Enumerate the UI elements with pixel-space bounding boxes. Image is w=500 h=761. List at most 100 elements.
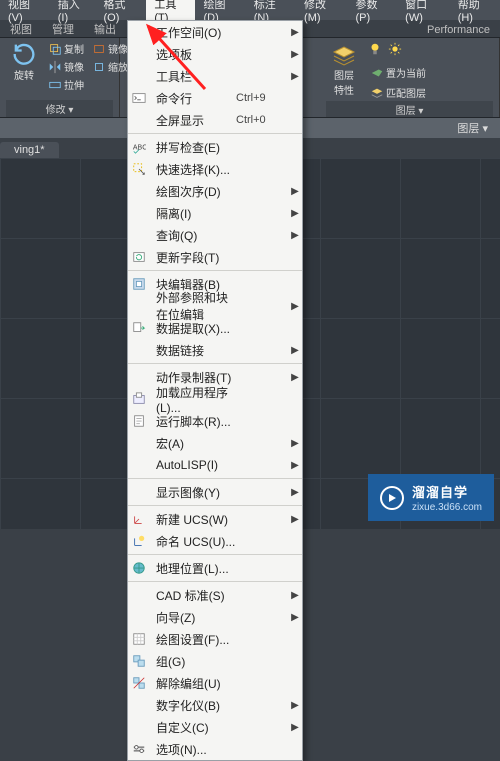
menu-item-label: 解除编组(U) bbox=[152, 675, 236, 692]
menu-item-34[interactable]: 组(G) bbox=[128, 650, 302, 672]
tab-1[interactable]: 管理 bbox=[42, 20, 84, 37]
blank-icon bbox=[128, 43, 150, 65]
menu-item-3[interactable]: 命令行Ctrl+9 bbox=[128, 87, 302, 109]
copy-button[interactable]: 复制 bbox=[46, 40, 86, 57]
submenu-arrow-icon: ▶ bbox=[288, 612, 302, 623]
layer-button[interactable]: 图层 特性 bbox=[326, 40, 362, 99]
menu-item-16[interactable]: 数据链接▶ bbox=[128, 339, 302, 361]
blank-icon bbox=[128, 180, 150, 202]
play-icon bbox=[380, 486, 404, 510]
menu-item-1[interactable]: 选项板▶ bbox=[128, 43, 302, 65]
menu-item-26[interactable]: 新建 UCS(W)▶ bbox=[128, 508, 302, 530]
menu-item-label: 自定义(C) bbox=[152, 719, 236, 736]
upd-icon bbox=[128, 246, 150, 268]
menu-item-22[interactable]: AutoLISP(I)▶ bbox=[128, 454, 302, 476]
menu-item-7[interactable]: 快速选择(K)... bbox=[128, 158, 302, 180]
menu-item-33[interactable]: 绘图设置(F)... bbox=[128, 628, 302, 650]
scr-icon bbox=[128, 410, 150, 432]
app-icon bbox=[128, 388, 150, 410]
submenu-arrow-icon: ▶ bbox=[288, 372, 302, 383]
blank-icon bbox=[128, 21, 150, 43]
menu-item-19[interactable]: 加载应用程序(L)... bbox=[128, 388, 302, 410]
menu-item-6[interactable]: ABC拼写检查(E) bbox=[128, 136, 302, 158]
rotate-label: 旋转 bbox=[14, 67, 34, 82]
menu-shortcut: Ctrl+9 bbox=[236, 92, 288, 104]
blank-icon bbox=[128, 584, 150, 606]
menu-item-label: 加载应用程序(L)... bbox=[152, 384, 236, 415]
set-current-button[interactable]: 置为当前 bbox=[368, 64, 428, 81]
menu-item-31[interactable]: CAD 标准(S) ▶ bbox=[128, 584, 302, 606]
menu-item-label: CAD 标准(S) bbox=[152, 587, 236, 604]
menu-separator bbox=[128, 581, 302, 582]
submenu-arrow-icon: ▶ bbox=[288, 301, 302, 312]
menu-item-label: 数据提取(X)... bbox=[152, 320, 236, 337]
menu-item-4[interactable]: 全屏显示Ctrl+0 bbox=[128, 109, 302, 131]
blank-icon bbox=[128, 202, 150, 224]
menu-item-35[interactable]: 解除编组(U) bbox=[128, 672, 302, 694]
tools-menu: 工作空间(O)▶选项板▶工具栏▶命令行Ctrl+9全屏显示Ctrl+0 ABC拼写… bbox=[127, 20, 303, 761]
ribbon-group-modify: 旋转 复制 镜像 拉伸 镜像 缩放 修改 ▾ bbox=[0, 38, 120, 117]
menu-item-label: 显示图像(Y) bbox=[152, 484, 236, 501]
menu-item-label: 隔离(I) bbox=[152, 205, 236, 222]
group-modify-title[interactable]: 修改 ▾ bbox=[6, 100, 113, 117]
blank-icon bbox=[128, 224, 150, 246]
stretch-button[interactable]: 拉伸 bbox=[46, 76, 86, 93]
geo-icon bbox=[128, 557, 150, 579]
menu-item-9[interactable]: 隔离(I)▶ bbox=[128, 202, 302, 224]
blk-icon bbox=[128, 273, 150, 295]
sun-icon[interactable] bbox=[388, 42, 402, 61]
menu-item-8[interactable]: 绘图次序(D)▶ bbox=[128, 180, 302, 202]
submenu-arrow-icon: ▶ bbox=[288, 27, 302, 38]
menu-item-32[interactable]: 向导(Z)▶ bbox=[128, 606, 302, 628]
submenu-arrow-icon: ▶ bbox=[288, 590, 302, 601]
tab-performance[interactable]: Performance bbox=[417, 20, 500, 37]
menu-item-label: 命名 UCS(U)... bbox=[152, 533, 236, 550]
menu-item-24[interactable]: 显示图像(Y) ▶ bbox=[128, 481, 302, 503]
menu-item-29[interactable]: 地理位置(L)... bbox=[128, 557, 302, 579]
abc-icon: ABC bbox=[128, 136, 150, 158]
layer-row-label[interactable]: 图层 ▾ bbox=[457, 120, 488, 136]
blank-icon bbox=[128, 432, 150, 454]
menu-item-20[interactable]: 运行脚本(R)... bbox=[128, 410, 302, 432]
menu-item-11[interactable]: 更新字段(T) bbox=[128, 246, 302, 268]
blank-icon bbox=[128, 606, 150, 628]
menu-item-38[interactable]: 选项(N)... bbox=[128, 738, 302, 760]
menu-item-2[interactable]: 工具栏▶ bbox=[128, 65, 302, 87]
blank-icon bbox=[128, 454, 150, 476]
submenu-arrow-icon: ▶ bbox=[288, 722, 302, 733]
layer-big-label: 图层 bbox=[334, 67, 354, 82]
submenu-arrow-icon: ▶ bbox=[288, 487, 302, 498]
cmd-icon bbox=[128, 87, 150, 109]
menu-item-27[interactable]: 命名 UCS(U)... bbox=[128, 530, 302, 552]
rotate-button[interactable]: 旋转 bbox=[6, 40, 42, 93]
menu-separator bbox=[128, 133, 302, 134]
blank-icon bbox=[128, 481, 150, 503]
blank-icon bbox=[128, 366, 150, 388]
tab-2[interactable]: 输出 bbox=[84, 20, 126, 37]
menu-item-37[interactable]: 自定义(C) ▶ bbox=[128, 716, 302, 738]
menu-item-label: 更新字段(T) bbox=[152, 249, 236, 266]
group-layer-title[interactable]: 图层 ▾ bbox=[326, 101, 493, 118]
menu-item-36[interactable]: 数字化仪(B)▶ bbox=[128, 694, 302, 716]
menu-separator bbox=[128, 363, 302, 364]
menu-separator bbox=[128, 505, 302, 506]
mirror-button[interactable]: 镜像 bbox=[46, 58, 86, 75]
menu-item-label: 地理位置(L)... bbox=[152, 560, 236, 577]
menu-item-10[interactable]: 查询(Q)▶ bbox=[128, 224, 302, 246]
blank-icon bbox=[128, 295, 150, 317]
menu-item-21[interactable]: 宏(A)▶ bbox=[128, 432, 302, 454]
menu-item-0[interactable]: 工作空间(O)▶ bbox=[128, 21, 302, 43]
menu-item-14[interactable]: 外部参照和块在位编辑▶ bbox=[128, 295, 302, 317]
bulb-icon[interactable] bbox=[368, 42, 382, 61]
menu-item-label: 数字化仪(B) bbox=[152, 697, 236, 714]
ugrp-icon bbox=[128, 672, 150, 694]
menu-bar: 视图(V)插入(I)格式(O)工具(T)绘图(D)标注(N)修改(M)参数(P)… bbox=[0, 0, 500, 20]
menu-item-label: 组(G) bbox=[152, 653, 236, 670]
menu-item-15[interactable]: 数据提取(X)... bbox=[128, 317, 302, 339]
menu-separator bbox=[128, 270, 302, 271]
dx-icon bbox=[128, 317, 150, 339]
tab-0[interactable]: 视图 bbox=[0, 20, 42, 37]
drawing-tab[interactable]: ving1* bbox=[0, 142, 59, 158]
menu-item-label: 选项(N)... bbox=[152, 741, 236, 758]
match-layer-button[interactable]: 匹配图层 bbox=[368, 84, 428, 101]
